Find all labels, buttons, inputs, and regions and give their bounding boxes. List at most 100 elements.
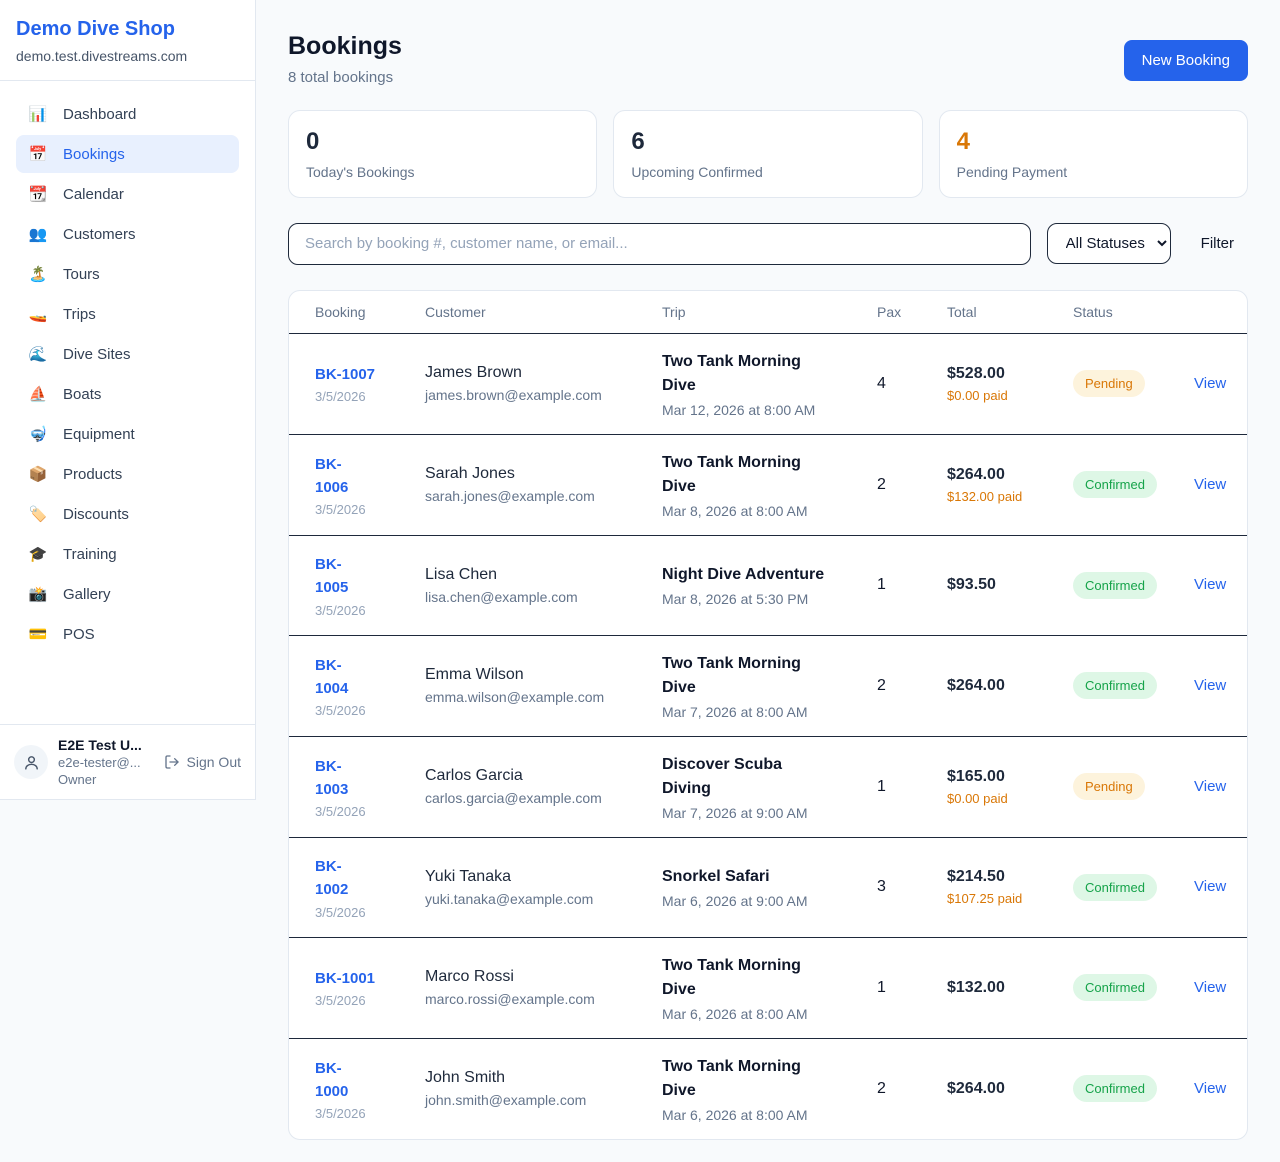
stats-row: 0 Today's Bookings 6 Upcoming Confirmed … [288, 110, 1248, 198]
trip-name: Two Tank Morning Dive [662, 350, 826, 398]
credit-card-icon: 💳 [28, 625, 48, 643]
sidebar-item-equipment[interactable]: 🤿 Equipment [16, 415, 239, 453]
trip-name: Two Tank Morning Dive [662, 954, 826, 1002]
nav-item-label: Calendar [63, 186, 124, 203]
view-link[interactable]: View [1194, 375, 1226, 392]
sign-out-label: Sign Out [187, 754, 241, 770]
view-link[interactable]: View [1194, 1080, 1226, 1097]
brand-domain: demo.test.divestreams.com [16, 48, 239, 64]
view-link[interactable]: View [1194, 677, 1226, 694]
column-header-customer: Customer [409, 291, 646, 334]
sidebar-item-training[interactable]: 🎓 Training [16, 535, 239, 573]
tear-off-calendar-icon: 📆 [28, 185, 48, 203]
nav-item-label: Tours [63, 266, 100, 283]
camera-icon: 📸 [28, 585, 48, 603]
booking-id-link[interactable]: BK-1007 [315, 363, 375, 386]
sidebar-item-trips[interactable]: 🚤 Trips [16, 295, 239, 333]
pax-count: 2 [877, 1080, 886, 1097]
sidebar-item-bookings[interactable]: 📅 Bookings [16, 135, 239, 173]
nav-item-label: Equipment [63, 426, 135, 443]
stat-card: 6 Upcoming Confirmed [613, 110, 922, 198]
main-content: Bookings 8 total bookings New Booking 0 … [256, 0, 1280, 1140]
avatar [14, 745, 48, 779]
stat-label: Pending Payment [957, 164, 1230, 180]
sidebar-item-tours[interactable]: 🏝️ Tours [16, 255, 239, 293]
status-filter-select[interactable]: All Statuses [1047, 223, 1171, 264]
customer-name: James Brown [425, 364, 630, 382]
sidebar-item-boats[interactable]: ⛵ Boats [16, 375, 239, 413]
trip-name: Discover Scuba Diving [662, 753, 826, 801]
booking-date: 3/5/2026 [315, 703, 393, 718]
stat-value: 6 [631, 128, 904, 157]
view-link[interactable]: View [1194, 778, 1226, 795]
sign-out-button[interactable]: Sign Out [164, 754, 241, 770]
pax-count: 3 [877, 878, 886, 895]
status-badge: Confirmed [1073, 974, 1157, 1001]
sidebar-item-gallery[interactable]: 📸 Gallery [16, 575, 239, 613]
filter-button[interactable]: Filter [1187, 235, 1248, 252]
paid-amount: $132.00 paid [947, 489, 1041, 504]
booking-id-link[interactable]: BK-1003 [315, 755, 348, 802]
view-link[interactable]: View [1194, 979, 1226, 996]
pax-count: 2 [877, 677, 886, 694]
sidebar-item-dive-sites[interactable]: 🌊 Dive Sites [16, 335, 239, 373]
trip-name: Night Dive Adventure [662, 563, 824, 587]
page-title: Bookings [288, 32, 402, 61]
package-icon: 📦 [28, 465, 48, 483]
sidebar-item-customers[interactable]: 👥 Customers [16, 215, 239, 253]
table-row: BK-1004 3/5/2026 Emma Wilson emma.wilson… [289, 635, 1248, 736]
table-row: BK-1005 3/5/2026 Lisa Chen lisa.chen@exa… [289, 535, 1248, 635]
customer-email: yuki.tanaka@example.com [425, 891, 630, 907]
booking-id-link[interactable]: BK-1002 [315, 855, 348, 902]
total-amount: $264.00 [947, 1080, 1041, 1098]
bar-chart-icon: 📊 [28, 105, 48, 123]
brand-title: Demo Dive Shop [16, 18, 239, 41]
booking-id-link[interactable]: BK-1006 [315, 453, 348, 500]
sidebar-item-pos[interactable]: 💳 POS [16, 615, 239, 653]
booking-id-link[interactable]: BK-1004 [315, 654, 348, 701]
sidebar: Demo Dive Shop demo.test.divestreams.com… [0, 0, 256, 800]
trip-datetime: Mar 6, 2026 at 8:00 AM [662, 1107, 845, 1123]
table-row: BK-1001 3/5/2026 Marco Rossi marco.rossi… [289, 937, 1248, 1038]
booking-id-link[interactable]: BK-1001 [315, 967, 375, 990]
pax-count: 1 [877, 979, 886, 996]
wave-icon: 🌊 [28, 345, 48, 363]
sidebar-item-calendar[interactable]: 📆 Calendar [16, 175, 239, 213]
nav-item-label: Dive Sites [63, 346, 131, 363]
booking-date: 3/5/2026 [315, 1106, 393, 1121]
status-badge: Pending [1073, 370, 1145, 397]
stat-value: 0 [306, 128, 579, 157]
search-input[interactable] [288, 223, 1031, 265]
sidebar-item-dashboard[interactable]: 📊 Dashboard [16, 95, 239, 133]
view-link[interactable]: View [1194, 576, 1226, 593]
stat-card: 0 Today's Bookings [288, 110, 597, 198]
paid-amount: $107.25 paid [947, 891, 1041, 906]
new-booking-button[interactable]: New Booking [1124, 40, 1248, 81]
view-link[interactable]: View [1194, 878, 1226, 895]
pax-count: 4 [877, 375, 886, 392]
customer-name: Emma Wilson [425, 666, 630, 684]
booking-id-link[interactable]: BK-1000 [315, 1057, 348, 1104]
user-email: e2e-tester@... [58, 755, 142, 770]
page-title-block: Bookings 8 total bookings [288, 32, 402, 86]
nav-item-label: Products [63, 466, 122, 483]
user-section: E2E Test U... e2e-tester@... Owner Sign … [0, 724, 255, 799]
sidebar-item-products[interactable]: 📦 Products [16, 455, 239, 493]
island-icon: 🏝️ [28, 265, 48, 283]
booking-date: 3/5/2026 [315, 389, 393, 404]
sidebar-item-discounts[interactable]: 🏷️ Discounts [16, 495, 239, 533]
total-amount: $214.50 [947, 868, 1041, 886]
status-badge: Confirmed [1073, 572, 1157, 599]
booking-id-link[interactable]: BK-1005 [315, 553, 348, 600]
column-header-total: Total [931, 291, 1057, 334]
column-header-trip: Trip [646, 291, 861, 334]
stat-card: 4 Pending Payment [939, 110, 1248, 198]
total-amount: $132.00 [947, 979, 1041, 997]
speedboat-icon: 🚤 [28, 305, 48, 323]
diving-mask-icon: 🤿 [28, 425, 48, 443]
table-header: Booking Customer Trip Pax Total Status [289, 291, 1248, 334]
customer-name: Marco Rossi [425, 968, 630, 986]
table-row: BK-1006 3/5/2026 Sarah Jones sarah.jones… [289, 434, 1248, 535]
view-link[interactable]: View [1194, 476, 1226, 493]
booking-date: 3/5/2026 [315, 502, 393, 517]
